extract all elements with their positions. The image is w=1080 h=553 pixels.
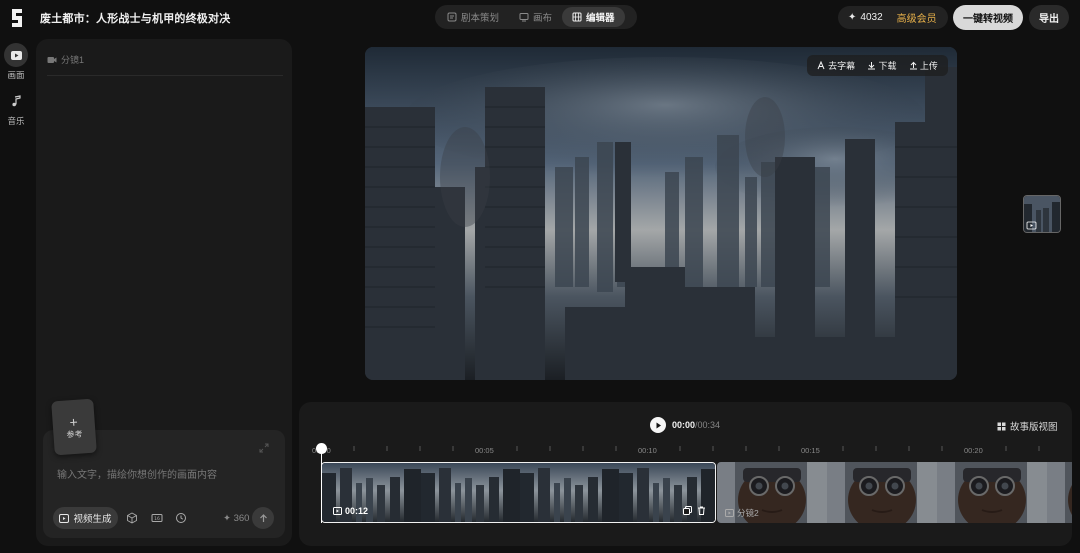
reference-label: 参考 — [66, 428, 83, 440]
plus-icon: + — [68, 413, 79, 430]
upload-button[interactable]: 上传 — [909, 59, 938, 72]
reference-upload-card[interactable]: + 参考 — [51, 398, 97, 456]
credits-count: 4032 — [860, 12, 883, 23]
aspect-ratio-icon[interactable]: 16 — [151, 512, 163, 524]
mode-tabs: 剧本策划 画布 编辑器 — [435, 5, 637, 29]
current-time: 00:00 — [672, 420, 696, 430]
rail-item-music[interactable]: 音乐 — [2, 89, 30, 127]
tick-label: 00:15 — [801, 446, 820, 455]
svg-text:16: 16 — [154, 516, 160, 522]
duration-value: 00:12 — [345, 506, 369, 516]
video-generate-button[interactable]: 视频生成 — [53, 507, 118, 529]
credits-badge[interactable]: ✦ 4032 高级会员 — [838, 6, 948, 29]
action-label: 上传 — [919, 61, 938, 71]
tab-editor[interactable]: 编辑器 — [562, 7, 625, 27]
preview-actions: 去字幕 下载 上传 — [807, 55, 948, 76]
thumbnail-image — [1024, 196, 1060, 232]
tab-label: 编辑器 — [586, 13, 615, 24]
divider — [47, 75, 283, 76]
convert-to-video-button[interactable]: 一键转视频 — [953, 5, 1023, 30]
play-icon — [656, 422, 661, 428]
action-label: 下载 — [878, 61, 897, 71]
cost-value: 360 — [233, 513, 250, 524]
video-preview[interactable] — [365, 47, 957, 380]
video-icon — [10, 50, 22, 60]
clip-1-duration: 00:12 — [333, 506, 368, 516]
project-title: 废土都市：人形战士与机甲的终极对决 — [40, 13, 231, 25]
clip-2-frames — [717, 462, 1072, 523]
download-button[interactable]: 下载 — [867, 59, 897, 72]
action-label: 去字幕 — [828, 61, 856, 71]
grid-icon — [997, 422, 1006, 430]
prompt-input[interactable]: 输入文字，描绘你想创作的画面内容 — [57, 466, 217, 481]
shot-label: 分镜1 — [61, 55, 85, 65]
shot-thumbnail[interactable] — [1023, 195, 1061, 233]
vip-label: 高级会员 — [896, 14, 937, 25]
tick-label: 00:10 — [638, 446, 657, 455]
shot-header: 分镜1 — [47, 53, 84, 66]
storyboard-view-button[interactable]: 故事版视图 — [997, 419, 1058, 433]
tick-label: 00:05 — [475, 446, 494, 455]
generation-cost: ✦ 360 — [223, 513, 250, 524]
clip-2[interactable] — [717, 462, 1072, 523]
camera-icon — [47, 56, 57, 63]
rail-item-video[interactable]: 画面 — [2, 43, 30, 81]
clip-1-actions — [683, 506, 706, 515]
editor-icon — [572, 12, 582, 22]
tab-script[interactable]: 剧本策划 — [437, 7, 509, 27]
total-time: /00:34 — [695, 420, 721, 430]
music-note-icon — [12, 95, 21, 107]
trash-icon[interactable] — [697, 506, 706, 515]
clip-1[interactable] — [321, 462, 716, 523]
play-button[interactable] — [650, 417, 666, 433]
tab-label: 画布 — [533, 13, 553, 24]
playback-time: 00:00/00:34 — [672, 420, 720, 430]
canvas-icon — [519, 13, 529, 22]
remove-subtitle-button[interactable]: 去字幕 — [817, 59, 855, 72]
copy-icon[interactable] — [683, 506, 692, 515]
script-icon — [447, 12, 457, 22]
video-clip-icon — [333, 507, 342, 515]
export-button[interactable]: 导出 — [1029, 5, 1069, 30]
playhead-handle[interactable] — [316, 443, 327, 454]
cube-icon[interactable] — [126, 512, 138, 524]
tab-label: 剧本策划 — [461, 13, 500, 24]
app-logo — [12, 9, 22, 27]
tab-canvas[interactable]: 画布 — [509, 7, 562, 27]
clip-1-frames — [322, 463, 715, 522]
upload-icon — [909, 61, 917, 70]
time-ruler[interactable] — [311, 440, 1071, 460]
sparkle-icon: ✦ — [848, 12, 857, 23]
expand-icon[interactable] — [259, 443, 269, 453]
storyboard-label: 故事版视图 — [1010, 422, 1058, 433]
clip-2-label: 分镜2 — [725, 507, 759, 519]
video-clip-icon — [725, 509, 734, 517]
send-button[interactable] — [252, 507, 274, 529]
clip-2-name: 分镜2 — [737, 508, 759, 518]
tick-label: 00:20 — [964, 446, 983, 455]
clock-icon[interactable] — [175, 512, 187, 524]
rail-label: 音乐 — [7, 116, 25, 126]
city-scene-image — [365, 47, 957, 380]
download-icon — [868, 62, 876, 70]
arrow-up-icon — [259, 513, 267, 522]
text-icon — [817, 61, 825, 70]
rail-label: 画面 — [7, 70, 25, 80]
video-gen-icon — [59, 513, 70, 523]
playhead-line — [321, 453, 322, 523]
gen-label: 视频生成 — [73, 514, 112, 525]
